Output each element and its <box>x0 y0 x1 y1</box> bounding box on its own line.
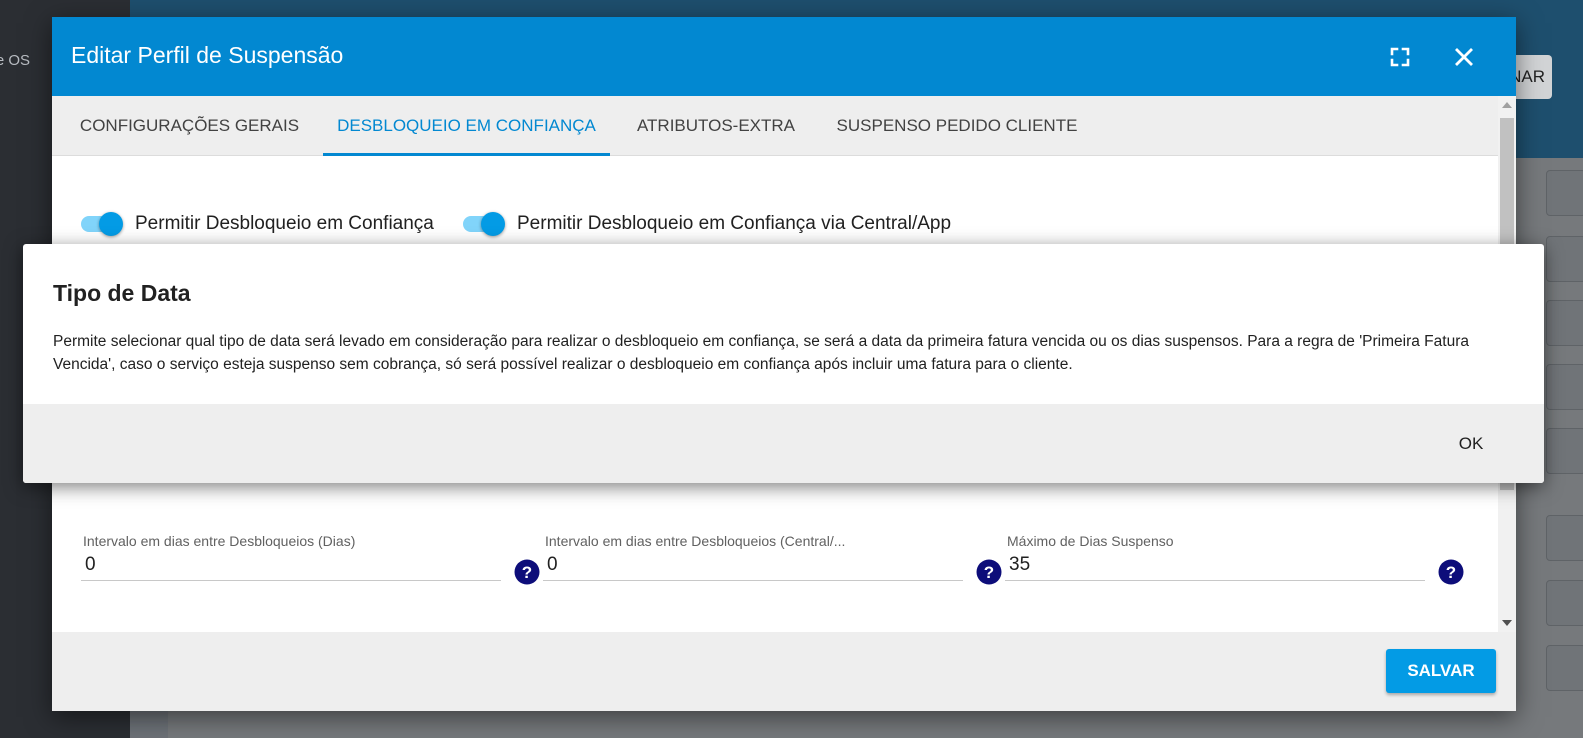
toggle-label: Permitir Desbloqueio em Confiança via Ce… <box>517 213 952 234</box>
background-tile <box>1546 236 1583 282</box>
background-tile <box>1546 515 1583 561</box>
tab-label: ATRIBUTOS-EXTRA <box>636 116 796 135</box>
tab-label: CONFIGURAÇÕES GERAIS <box>79 116 300 135</box>
tab-atributos-extra[interactable]: ATRIBUTOS-EXTRA <box>626 96 806 156</box>
dialog-header: Editar Perfil de Suspensão <box>52 17 1516 96</box>
tab-desbloqueio-em-confianca[interactable]: DESBLOQUEIO EM CONFIANÇA <box>323 96 610 156</box>
maximo-dias-suspenso-field: Máximo de Dias Suspenso <box>1005 533 1425 593</box>
toggle-thumb <box>99 212 123 236</box>
info-dialog-title: Tipo de Data <box>53 280 191 306</box>
tab-suspenso-pedido-cliente[interactable]: SUSPENSO PEDIDO CLIENTE <box>822 96 1092 156</box>
background-tile <box>1546 645 1583 691</box>
active-tab-indicator <box>323 153 610 156</box>
intervalo-desbloqueios-input[interactable] <box>81 549 501 581</box>
maximo-dias-suspenso-input[interactable] <box>1005 549 1425 581</box>
toggle-permitir-desbloqueio[interactable]: Permitir Desbloqueio em Confiança <box>81 209 434 239</box>
svg-text:?: ? <box>522 563 532 582</box>
tab-label: DESBLOQUEIO EM CONFIANÇA <box>337 116 596 135</box>
background-tile <box>1546 170 1583 216</box>
close-icon[interactable] <box>1449 42 1479 72</box>
toggle-switch[interactable] <box>81 209 123 239</box>
scroll-down-arrow-icon[interactable] <box>1502 620 1512 626</box>
dialog-footer: SALVAR <box>52 632 1516 711</box>
background-tile <box>1546 428 1583 474</box>
svg-text:?: ? <box>984 563 994 582</box>
info-dialog-text: Permite selecionar qual tipo de data ser… <box>53 333 1469 373</box>
fullscreen-icon[interactable] <box>1385 42 1415 72</box>
question-circle-icon[interactable]: ? <box>976 559 1002 585</box>
background-tile <box>1546 364 1583 410</box>
background-tile <box>1546 580 1583 626</box>
question-circle-icon[interactable]: ? <box>1438 559 1464 585</box>
background-sidebar-text: e OS <box>0 52 30 69</box>
toggle-label: Permitir Desbloqueio em Confiança <box>135 213 434 234</box>
background-tile <box>1546 300 1583 346</box>
toggle-thumb <box>481 212 505 236</box>
scroll-up-arrow-icon[interactable] <box>1502 102 1512 108</box>
save-button[interactable]: SALVAR <box>1386 649 1496 693</box>
field-label: Intervalo em dias entre Desbloqueios (Ce… <box>545 533 846 549</box>
toggle-permitir-desbloqueio-central-app[interactable]: Permitir Desbloqueio em Confiança via Ce… <box>463 209 951 239</box>
tab-bar: CONFIGURAÇÕES GERAIS DESBLOQUEIO EM CONF… <box>52 96 1498 156</box>
toggle-switch[interactable] <box>463 209 505 239</box>
intervalo-desbloqueios-central-field: Intervalo em dias entre Desbloqueios (Ce… <box>543 533 963 593</box>
field-label: Intervalo em dias entre Desbloqueios (Di… <box>83 533 356 549</box>
intervalo-desbloqueios-central-input[interactable] <box>543 549 963 581</box>
tab-label: SUSPENSO PEDIDO CLIENTE <box>836 116 1078 135</box>
field-label: Máximo de Dias Suspenso <box>1007 533 1174 549</box>
question-circle-icon[interactable]: ? <box>514 559 540 585</box>
info-dialog-tipo-de-data: Tipo de Data Permite selecionar qual tip… <box>23 244 1544 483</box>
tab-configuracoes-gerais[interactable]: CONFIGURAÇÕES GERAIS <box>68 96 311 156</box>
info-dialog-footer: OK <box>23 404 1544 483</box>
intervalo-desbloqueios-field: Intervalo em dias entre Desbloqueios (Di… <box>81 533 501 593</box>
svg-text:?: ? <box>1446 563 1456 582</box>
ok-button[interactable]: OK <box>1441 426 1501 462</box>
dialog-title: Editar Perfil de Suspensão <box>71 42 344 68</box>
